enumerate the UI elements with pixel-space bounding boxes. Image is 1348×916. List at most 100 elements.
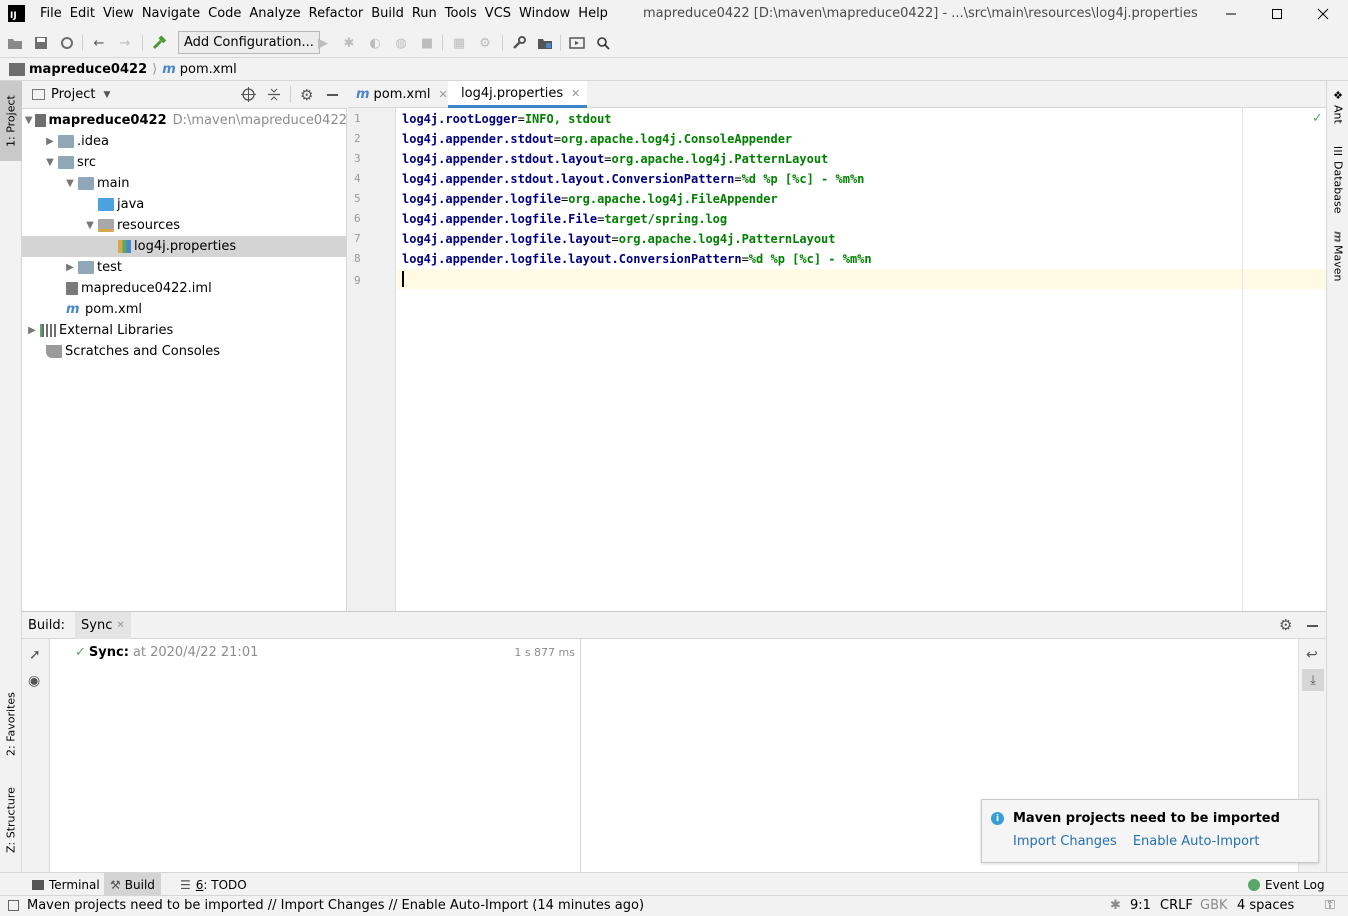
- settings-wrench-icon[interactable]: [510, 34, 528, 52]
- debug-icon[interactable]: ✱: [340, 34, 358, 52]
- vcs-update-icon[interactable]: ⚙: [476, 34, 494, 52]
- chevron-right-icon[interactable]: ▶: [44, 136, 56, 147]
- tree-item-test[interactable]: ▶ test: [22, 257, 347, 278]
- hide-panel-icon[interactable]: [1307, 625, 1318, 627]
- run-icon[interactable]: ▶: [314, 34, 332, 52]
- gear-icon[interactable]: ⚙: [300, 86, 313, 104]
- file-encoding[interactable]: GBK: [1200, 896, 1228, 916]
- close-tab-icon[interactable]: ✕: [571, 87, 580, 100]
- menu-edit[interactable]: Edit: [70, 0, 100, 28]
- close-tab-icon[interactable]: ✕: [439, 88, 448, 101]
- close-window-button[interactable]: [1300, 0, 1346, 28]
- menu-file[interactable]: File: [40, 0, 67, 28]
- status-message[interactable]: Maven projects need to be imported // Im…: [27, 896, 644, 916]
- ant-tool-tab[interactable]: ❖ Ant: [1327, 89, 1348, 139]
- build-hammer-icon[interactable]: [150, 34, 168, 52]
- back-arrow-icon[interactable]: ←: [90, 34, 108, 52]
- chevron-right-icon[interactable]: ▶: [26, 325, 38, 336]
- import-changes-link[interactable]: Import Changes: [1013, 834, 1117, 849]
- tree-item-log4j-properties[interactable]: log4j.properties: [22, 236, 347, 257]
- chevron-down-icon[interactable]: ▼: [64, 178, 76, 189]
- menu-help[interactable]: Help: [578, 0, 613, 28]
- tree-item-resources[interactable]: ▼ resources: [22, 215, 347, 236]
- inspection-ok-icon[interactable]: ✓: [1312, 111, 1323, 126]
- open-folder-icon[interactable]: [6, 34, 24, 52]
- sync-result-row[interactable]: ✓ Sync: at 2020/4/22 21:01 1 s 877 ms: [75, 643, 575, 661]
- pin-icon[interactable]: ➚: [29, 647, 41, 663]
- save-all-icon[interactable]: [32, 34, 50, 52]
- maximize-button[interactable]: [1254, 0, 1300, 28]
- menu-code[interactable]: Code: [208, 0, 246, 28]
- window-title: mapreduce0422 [D:\maven\mapreduce0422] -…: [643, 6, 1198, 21]
- tree-item-pom-xml[interactable]: m pom.xml: [22, 299, 347, 320]
- menu-analyze[interactable]: Analyze: [249, 0, 305, 28]
- chevron-down-icon[interactable]: ▼: [44, 157, 56, 168]
- enable-auto-import-link[interactable]: Enable Auto-Import: [1133, 834, 1260, 849]
- stop-icon[interactable]: ■: [418, 34, 436, 52]
- tree-item-src[interactable]: ▼ src: [22, 152, 347, 173]
- attach-debugger-icon[interactable]: ▦: [450, 34, 468, 52]
- indent-setting[interactable]: 4 spaces: [1237, 896, 1294, 916]
- tree-item-main[interactable]: ▼ main: [22, 173, 347, 194]
- tree-item-scratches[interactable]: Scratches and Consoles: [22, 341, 347, 362]
- menu-view[interactable]: View: [103, 0, 139, 28]
- favorites-tool-tab[interactable]: 2: Favorites: [0, 679, 22, 769]
- add-configuration-button[interactable]: Add Configuration...: [178, 31, 320, 54]
- forward-arrow-icon[interactable]: →: [116, 34, 134, 52]
- menu-navigate[interactable]: Navigate: [142, 0, 205, 28]
- lock-icon[interactable]: ⚿: [1325, 896, 1335, 916]
- tab-pom-xml[interactable]: m pom.xml ✕: [348, 81, 448, 108]
- database-tool-tab[interactable]: ☰ Database: [1327, 145, 1348, 215]
- line-separator[interactable]: CRLF: [1160, 896, 1193, 916]
- soft-wrap-icon[interactable]: ↩: [1306, 647, 1318, 663]
- collapse-all-icon[interactable]: [267, 87, 281, 106]
- presentation-icon[interactable]: [568, 34, 586, 52]
- chevron-right-icon[interactable]: ▶: [64, 262, 76, 273]
- caret-position[interactable]: 9:1: [1130, 896, 1151, 916]
- project-structure-icon[interactable]: [536, 34, 554, 52]
- minimize-button[interactable]: [1208, 0, 1254, 28]
- notification-title: Maven projects need to be imported: [1013, 811, 1280, 826]
- status-toggle-icon[interactable]: [8, 900, 19, 911]
- gear-icon[interactable]: ⚙: [1279, 616, 1292, 634]
- build-tool-tab[interactable]: ⚒ Build: [104, 873, 161, 896]
- sync-icon[interactable]: [58, 34, 76, 52]
- tab-sync[interactable]: Sync ✕: [75, 611, 131, 639]
- chevron-down-icon[interactable]: ▼: [25, 115, 33, 126]
- menu-build[interactable]: Build: [371, 0, 409, 28]
- menu-run[interactable]: Run: [412, 0, 442, 28]
- terminal-tool-tab[interactable]: Terminal: [26, 873, 106, 896]
- coverage-icon[interactable]: ◐: [366, 34, 384, 52]
- hide-panel-icon[interactable]: [327, 94, 338, 96]
- editor-area: m pom.xml ✕ log4j.properties ✕ 1 2 3 4 5…: [348, 81, 1326, 611]
- menu-refactor[interactable]: Refactor: [309, 0, 369, 28]
- chevron-down-icon[interactable]: ▼: [103, 90, 110, 100]
- tree-item-idea[interactable]: ▶ .idea: [22, 131, 347, 152]
- locate-file-icon[interactable]: [241, 87, 256, 106]
- breadcrumb-file[interactable]: pom.xml: [180, 62, 237, 77]
- menu-tools[interactable]: Tools: [445, 0, 482, 28]
- project-panel: Project ▼ ⚙ ▼ mapreduce0422 D:\maven\map…: [22, 81, 347, 611]
- chevron-down-icon[interactable]: ▼: [84, 220, 96, 231]
- menu-vcs[interactable]: VCS: [485, 0, 516, 28]
- search-icon[interactable]: [594, 34, 612, 52]
- menu-window[interactable]: Window: [519, 0, 575, 28]
- build-panel-header: Build: Sync ✕ ⚙: [22, 611, 1326, 639]
- project-view-selector[interactable]: Project: [51, 87, 95, 102]
- event-log-tool-tab[interactable]: Event Log: [1242, 873, 1331, 896]
- todo-tool-tab[interactable]: ☰ 6: TODO: [174, 873, 253, 896]
- tree-item-java[interactable]: java: [22, 194, 347, 215]
- close-tab-icon[interactable]: ✕: [116, 612, 124, 639]
- project-tool-tab[interactable]: 1: Project: [0, 81, 22, 161]
- tree-item-iml[interactable]: mapreduce0422.iml: [22, 278, 347, 299]
- structure-tool-tab[interactable]: Z: Structure: [0, 775, 22, 865]
- tab-log4j-properties[interactable]: log4j.properties ✕: [448, 81, 587, 108]
- tree-item-project-root[interactable]: ▼ mapreduce0422 D:\maven\mapreduce0422: [22, 110, 347, 131]
- eye-icon[interactable]: ◉: [28, 673, 40, 689]
- profile-icon[interactable]: ◍: [392, 34, 410, 52]
- maven-tool-tab[interactable]: m Maven: [1327, 231, 1348, 291]
- breadcrumb-project[interactable]: mapreduce0422: [29, 62, 147, 77]
- tree-item-external-libraries[interactable]: ▶ External Libraries: [22, 320, 347, 341]
- scroll-to-end-icon[interactable]: ⤓: [1302, 669, 1324, 691]
- code-editor[interactable]: log4j.rootLogger=INFO, stdout log4j.appe…: [397, 108, 1326, 611]
